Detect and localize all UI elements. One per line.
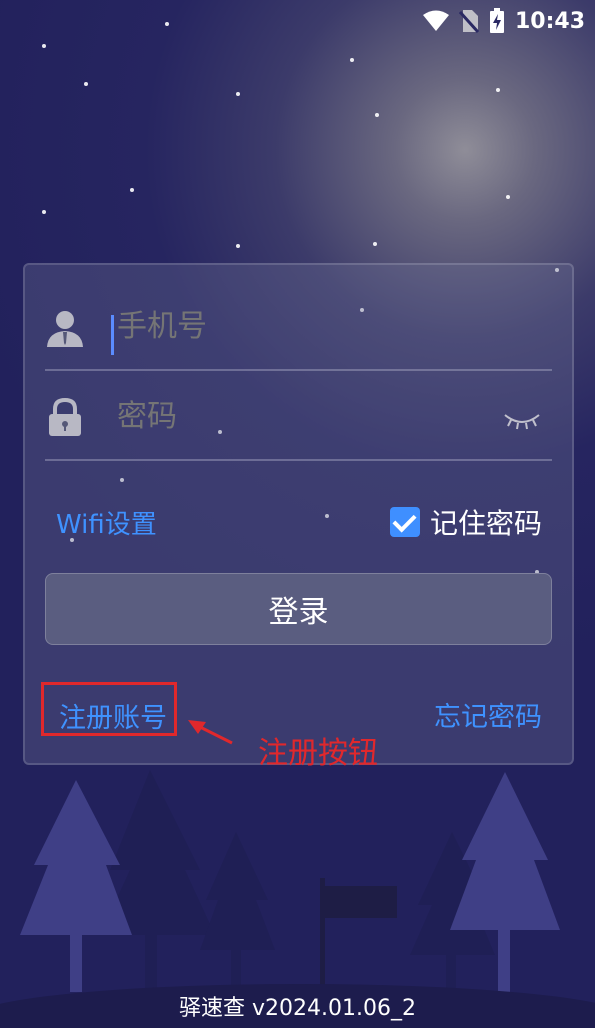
remember-password-toggle[interactable]: 记住密码 (389, 502, 542, 542)
app-version: 驿速查 v2024.01.06_2 (179, 996, 416, 1021)
phone-input[interactable] (113, 307, 477, 347)
wifi-icon (422, 10, 449, 31)
status-time: 10:43 (514, 8, 585, 34)
login-button[interactable]: 登录 (45, 573, 552, 645)
forest-illustration (0, 770, 595, 1028)
wifi-settings-link[interactable]: Wifi设置 (56, 504, 157, 541)
eye-closed-icon[interactable] (502, 409, 542, 433)
login-card: Wifi设置 记住密码 登录 注册账号 忘记密码 (23, 263, 574, 765)
password-row (45, 371, 552, 461)
no-sim-icon (458, 10, 479, 33)
lock-icon (49, 397, 81, 436)
register-label: 注册账号 (59, 703, 167, 734)
remember-label: 记住密码 (429, 507, 542, 540)
divider (45, 459, 552, 461)
user-icon (47, 311, 83, 347)
register-button[interactable]: 注册账号 (41, 682, 177, 736)
forgot-password-link[interactable]: 忘记密码 (434, 695, 542, 734)
status-bar: 10:43 (0, 0, 595, 44)
password-input[interactable] (113, 397, 477, 437)
annotation-arrow (188, 720, 233, 745)
remember-checkbox[interactable] (389, 507, 420, 537)
phone-row (45, 281, 552, 371)
battery-charging-icon (489, 8, 504, 33)
